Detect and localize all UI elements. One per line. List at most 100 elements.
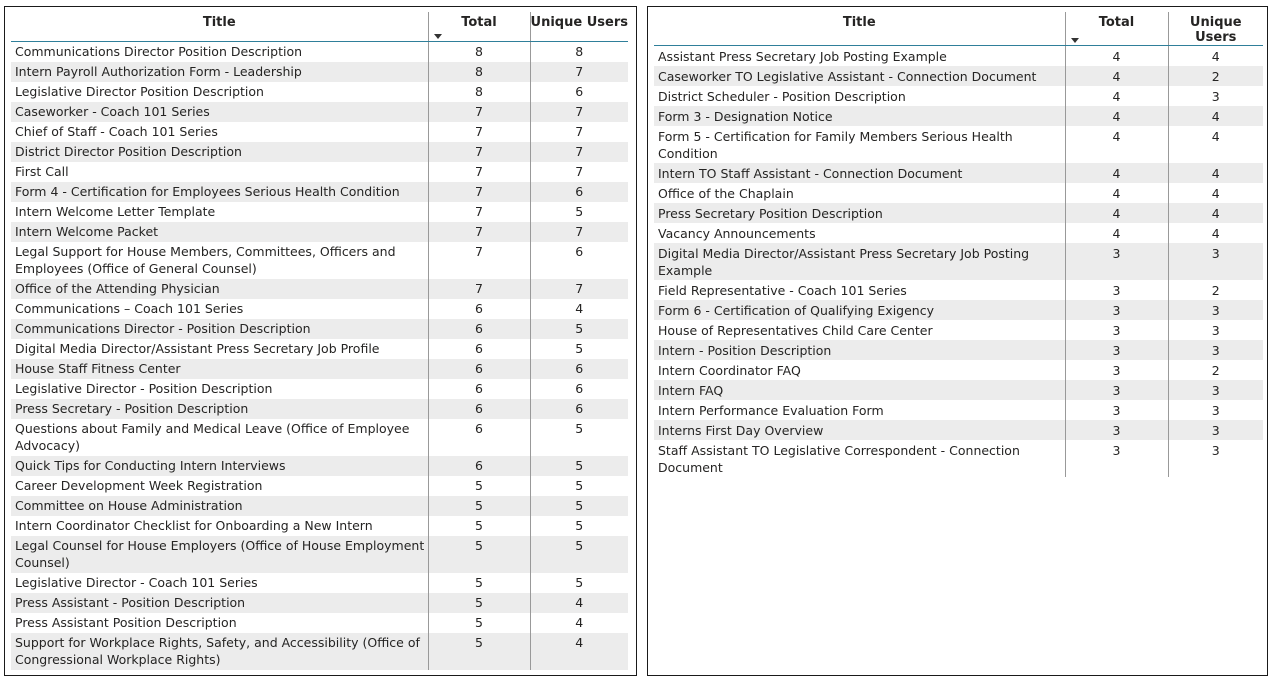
table-row[interactable]: Form 5 - Certification for Family Member… — [654, 126, 1263, 163]
table-row[interactable]: Intern Performance Evaluation Form 3 3 — [654, 400, 1263, 420]
title-cell: Press Secretary - Position Description — [11, 398, 428, 419]
unique-users-column-header[interactable]: Unique Users — [529, 12, 628, 42]
table-row[interactable]: Legal Counsel for House Employers (Offic… — [11, 535, 628, 573]
table-row[interactable]: Form 4 - Certification for Employees Ser… — [11, 181, 628, 202]
unique-users-cell: 7 — [529, 221, 628, 242]
table-row[interactable]: Communications Director Position Descrip… — [11, 41, 628, 62]
title-cell: House of Representatives Child Care Cent… — [658, 322, 933, 338]
table-row[interactable]: Questions about Family and Medical Leave… — [11, 418, 628, 456]
table-row[interactable]: Vacancy Announcements 4 4 — [654, 223, 1263, 243]
table-row[interactable]: Form 3 - Designation Notice 4 4 — [654, 106, 1263, 126]
total-cell: 3 — [1064, 360, 1168, 380]
table-row[interactable]: Legislative Director - Position Descript… — [11, 378, 628, 399]
sort-descending-icon[interactable] — [433, 33, 442, 39]
title-cell: Communications – Coach 101 Series — [15, 301, 244, 316]
unique-users-cell: 4 — [1167, 126, 1263, 163]
total-cell: 5 — [427, 475, 530, 496]
total-cell: 5 — [427, 612, 530, 633]
table-row[interactable]: Intern Coordinator FAQ 3 2 — [654, 360, 1263, 380]
total-cell: 4 — [1064, 163, 1168, 183]
table-row[interactable]: House Staff Fitness Center 6 6 — [11, 358, 628, 379]
table-row[interactable]: Intern Welcome Letter Template 7 5 — [11, 201, 628, 222]
table-row[interactable]: Press Assistant Position Description 5 4 — [11, 612, 628, 633]
table-row[interactable]: Chief of Staff - Coach 101 Series 7 7 — [11, 121, 628, 142]
table-row[interactable]: Committee on House Administration 5 5 — [11, 495, 628, 516]
title-cell: Form 5 - Certification for Family Member… — [658, 128, 1013, 161]
table-row[interactable]: Legal Support for House Members, Committ… — [11, 241, 628, 279]
table-row[interactable]: House of Representatives Child Care Cent… — [654, 320, 1263, 340]
table-row[interactable]: Field Representative - Coach 101 Series 3… — [654, 280, 1263, 300]
table-row[interactable]: Office of the Chaplain 4 4 — [654, 183, 1263, 203]
table-row[interactable]: Intern Coordinator Checklist for Onboard… — [11, 515, 628, 536]
title-cell: First Call — [15, 164, 69, 179]
table-row[interactable]: District Scheduler - Position Descriptio… — [654, 86, 1263, 106]
table-row[interactable]: Support for Workplace Rights, Safety, an… — [11, 632, 628, 670]
table-row[interactable]: Career Development Week Registration 5 5 — [11, 475, 628, 496]
table-row[interactable]: Staff Assistant TO Legislative Correspon… — [654, 440, 1263, 477]
unique-users-cell: 5 — [529, 338, 628, 359]
unique-users-column-header[interactable]: Unique Users — [1167, 12, 1263, 46]
title-cell: Office of the Attending Physician — [11, 278, 428, 299]
total-cell: 4 — [1064, 86, 1168, 106]
table-row[interactable]: Press Assistant - Position Description 5 4 — [11, 592, 628, 613]
title-cell: Press Assistant Position Description — [15, 615, 237, 630]
total-cell: 6 — [427, 398, 530, 419]
unique-users-cell: 3 — [1167, 420, 1263, 440]
table-row[interactable]: Intern - Position Description 3 3 — [654, 340, 1263, 360]
title-column-header[interactable]: Title — [654, 12, 1065, 46]
unique-users-cell: 7 — [529, 61, 628, 82]
table-row[interactable]: Legislative Director Position Descriptio… — [11, 81, 628, 102]
table-row[interactable]: Intern TO Staff Assistant - Connection D… — [654, 163, 1263, 183]
unique-users-cell: 6 — [529, 378, 628, 399]
unique-users-cell: 7 — [529, 278, 628, 299]
sort-descending-icon[interactable] — [1070, 38, 1079, 43]
table-row[interactable]: Communications Director - Position Descr… — [11, 318, 628, 339]
table-row[interactable]: Digital Media Director/Assistant Press S… — [11, 338, 628, 359]
table-row[interactable]: Communications – Coach 101 Series 6 4 — [11, 298, 628, 319]
table-row[interactable]: Intern Payroll Authorization Form - Lead… — [11, 61, 628, 82]
unique-users-cell: 3 — [1167, 300, 1263, 320]
table-row[interactable]: Intern FAQ 3 3 — [654, 380, 1263, 400]
table-row[interactable]: Office of the Attending Physician 7 7 — [11, 278, 628, 299]
unique-users-cell: 6 — [529, 81, 628, 102]
title-cell: Quick Tips for Conducting Intern Intervi… — [11, 455, 428, 476]
title-cell: Vacancy Announcements — [658, 225, 816, 241]
unique-users-cell: 5 — [529, 515, 628, 536]
left-table-visual: Title Total Unique Users Communications … — [4, 6, 637, 676]
table-row[interactable]: Form 6 - Certification of Qualifying Exi… — [654, 300, 1263, 320]
total-column-header[interactable]: Total — [427, 12, 530, 42]
table-row[interactable]: Interns First Day Overview 3 3 — [654, 420, 1263, 440]
unique-users-cell: 4 — [529, 632, 628, 670]
table-row[interactable]: Assistant Press Secretary Job Posting Ex… — [654, 45, 1263, 66]
table-row[interactable]: Press Secretary Position Description 4 4 — [654, 203, 1263, 223]
unique-users-cell: 8 — [529, 41, 628, 62]
total-cell: 8 — [427, 81, 530, 102]
title-cell: Staff Assistant TO Legislative Correspon… — [658, 442, 1020, 475]
title-cell: Digital Media Director/Assistant Press S… — [654, 243, 1065, 280]
table-row[interactable]: Caseworker TO Legislative Assistant - Co… — [654, 66, 1263, 86]
total-cell: 5 — [427, 572, 530, 593]
total-column-header[interactable]: Total — [1064, 12, 1168, 46]
total-cell: 3 — [1064, 440, 1168, 477]
total-cell: 4 — [1064, 66, 1168, 86]
total-cell: 4 — [1064, 45, 1168, 66]
table-row[interactable]: Digital Media Director/Assistant Press S… — [654, 243, 1263, 280]
table-row[interactable]: District Director Position Description 7 7 — [11, 141, 628, 162]
title-cell: Intern - Position Description — [654, 340, 1065, 360]
table-row[interactable]: Caseworker - Coach 101 Series 7 7 — [11, 101, 628, 122]
unique-users-cell: 2 — [1167, 360, 1263, 380]
total-cell: 7 — [427, 278, 530, 299]
title-cell: Chief of Staff - Coach 101 Series — [15, 124, 218, 139]
unique-users-cell: 4 — [1167, 183, 1263, 203]
table-row[interactable]: Press Secretary - Position Description 6 6 — [11, 398, 628, 419]
total-cell: 8 — [427, 41, 530, 62]
unique-users-cell: 4 — [1167, 223, 1263, 243]
table-row[interactable]: Intern Welcome Packet 7 7 — [11, 221, 628, 242]
title-column-header[interactable]: Title — [11, 12, 428, 42]
table-row[interactable]: Quick Tips for Conducting Intern Intervi… — [11, 455, 628, 476]
table-row[interactable]: First Call 7 7 — [11, 161, 628, 182]
total-cell: 3 — [1064, 300, 1168, 320]
title-cell: Career Development Week Registration — [15, 478, 263, 493]
table-row[interactable]: Legislative Director - Coach 101 Series 5… — [11, 572, 628, 593]
title-cell: Legislative Director - Coach 101 Series — [15, 575, 258, 590]
